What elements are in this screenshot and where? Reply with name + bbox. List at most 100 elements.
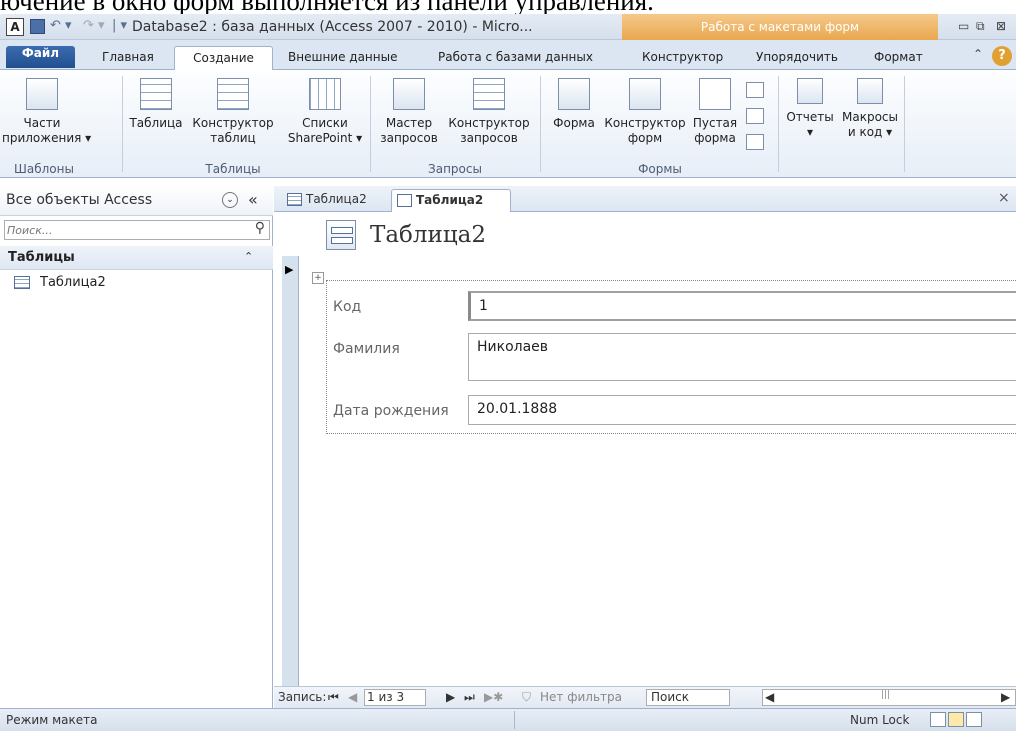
minimize-ribbon-icon[interactable]: ⌃ — [973, 47, 983, 61]
macros-label-2: и код ▾ — [847, 125, 893, 139]
reports-icon — [797, 78, 823, 104]
form-button[interactable]: Форма — [546, 78, 602, 131]
last-record-icon[interactable]: ⏭ — [464, 690, 475, 705]
form-designer-label-2: форм — [627, 131, 663, 145]
record-search-input[interactable]: Поиск — [646, 689, 730, 706]
horizontal-scrollbar[interactable]: ◀ ||| ▶ — [762, 689, 1016, 706]
document-tabs: Таблица2 Таблица2 × — [274, 186, 1016, 212]
form-designer-label: Конструктор — [604, 116, 686, 130]
group-label-tables: Таблицы — [205, 162, 261, 176]
form-designer-button[interactable]: Конструктор форм — [602, 78, 688, 146]
first-record-icon[interactable]: ⏮ — [328, 690, 339, 705]
record-selector[interactable]: ▶ — [282, 256, 299, 690]
reports-label: Отчеты — [786, 110, 834, 124]
navigation-pane: Все объекты Access ⌄ « ⚲ Таблицы ⌃ Табли… — [0, 186, 273, 708]
search-icon[interactable]: ⚲ — [255, 220, 265, 236]
nav-search-input[interactable] — [7, 222, 237, 238]
field-value-surname[interactable]: Николаев — [468, 333, 1016, 381]
query-designer-label-2: запросов — [460, 131, 518, 145]
undo-icon[interactable]: ↶ ▾ — [50, 18, 72, 33]
chevron-up-icon[interactable]: ⌃ — [244, 250, 253, 263]
customize-qat-button[interactable]: | ▾ — [112, 18, 127, 33]
table-button[interactable]: Таблица — [126, 78, 186, 131]
navigation-form-icon[interactable] — [746, 108, 764, 124]
minimize-button[interactable]: ▭ — [958, 19, 969, 33]
field-value-birthdate[interactable]: 20.01.1888 — [468, 395, 1016, 425]
filter-icon[interactable]: ⛉ — [522, 690, 531, 705]
group-separator — [904, 76, 905, 172]
app-parts-button[interactable]: Части приложения ▾ — [2, 78, 92, 146]
sharepoint-lists-icon — [309, 78, 341, 110]
field-label-surname[interactable]: Фамилия — [333, 341, 400, 357]
macros-icon — [857, 78, 883, 104]
table-label: Таблица — [129, 116, 183, 130]
field-label-code[interactable]: Код — [333, 299, 361, 315]
nav-menu-icon[interactable]: ⌄ — [222, 192, 238, 208]
group-label-queries: Запросы — [428, 162, 482, 176]
sharepoint-lists-button[interactable]: Списки SharePoint ▾ — [280, 78, 370, 146]
doc-tab-table[interactable]: Таблица2 — [282, 189, 388, 212]
redo-icon[interactable]: ↷ ▾ — [83, 18, 105, 33]
query-designer-label: Конструктор — [448, 116, 530, 130]
nav-item-label: Таблица2 — [40, 275, 106, 290]
form-wizard-icon[interactable] — [746, 82, 764, 98]
form-designer-icon — [629, 78, 661, 110]
group-label-forms: Формы — [638, 162, 682, 176]
layout-move-handle-icon[interactable]: + — [312, 272, 324, 284]
prev-record-icon[interactable]: ◀ — [348, 690, 357, 704]
query-wizard-label-2: запросов — [380, 131, 438, 145]
nav-group-tables[interactable]: Таблицы ⌃ — [0, 246, 273, 270]
nav-header[interactable]: Все объекты Access ⌄ « — [0, 186, 273, 216]
close-window-button[interactable]: ⊠ — [996, 19, 1006, 33]
tab-file[interactable]: Файл — [6, 46, 75, 68]
tab-format[interactable]: Формат — [868, 46, 929, 70]
tab-external-data[interactable]: Внешние данные — [282, 46, 403, 70]
field-value-code[interactable]: 1 — [468, 291, 1016, 321]
ribbon-tabs: Файл Главная Создание Внешние данные Раб… — [0, 40, 1016, 70]
scroll-thumb-icon[interactable]: ||| — [881, 690, 890, 700]
tab-database-tools[interactable]: Работа с базами данных — [432, 46, 599, 70]
sharepoint-label: Списки — [302, 116, 348, 130]
numlock-status: Num Lock — [850, 713, 910, 727]
tab-create[interactable]: Создание — [174, 46, 273, 70]
nav-search-box: ⚲ — [4, 220, 270, 240]
blank-form-button[interactable]: Пустая форма — [690, 78, 740, 146]
query-wizard-button[interactable]: Мастер запросов — [374, 78, 444, 146]
table-icon — [140, 78, 172, 110]
table-designer-button[interactable]: Конструктор таблиц — [188, 78, 278, 146]
save-icon[interactable] — [30, 19, 45, 34]
tab-arrange[interactable]: Упорядочить — [750, 46, 844, 70]
help-icon[interactable]: ? — [992, 46, 1012, 66]
query-designer-button[interactable]: Конструктор запросов — [444, 78, 534, 146]
next-record-icon[interactable]: ▶ — [446, 690, 455, 704]
macros-button[interactable]: Макросы и код ▾ — [840, 78, 900, 140]
scroll-left-icon[interactable]: ◀ — [765, 690, 774, 704]
window-title: Database2 : база данных (Access 2007 - 2… — [132, 19, 533, 35]
form-icon — [558, 78, 590, 110]
tab-designer[interactable]: Конструктор — [636, 46, 729, 70]
query-wizard-icon — [393, 78, 425, 110]
form-view-icon[interactable] — [930, 712, 946, 727]
record-position-input[interactable]: 1 из 3 — [364, 689, 426, 706]
status-separator — [514, 711, 515, 729]
scroll-right-icon[interactable]: ▶ — [1001, 690, 1010, 704]
access-app-icon[interactable]: A — [6, 18, 24, 36]
design-view-icon[interactable] — [966, 712, 982, 727]
filter-status[interactable]: Нет фильтра — [540, 690, 622, 704]
new-record-icon[interactable]: ▶✱ — [484, 690, 503, 704]
form-title[interactable]: Таблица2 — [370, 222, 486, 248]
layout-view-icon[interactable] — [948, 712, 964, 727]
close-document-icon[interactable]: × — [998, 190, 1010, 206]
nav-item-table2[interactable]: Таблица2 — [0, 272, 272, 294]
restore-button[interactable]: ⧉ — [976, 19, 985, 34]
doc-tab-form[interactable]: Таблица2 — [391, 189, 511, 212]
tab-home[interactable]: Главная — [96, 46, 160, 70]
more-forms-icon[interactable] — [746, 134, 764, 150]
table-icon — [14, 276, 30, 289]
app-parts-label-2: приложения ▾ — [2, 131, 92, 145]
reports-button[interactable]: Отчеты ▾ — [782, 78, 838, 140]
document-area: Таблица2 Таблица2 × ▶ Таблица2 + Код 1 Ф… — [274, 186, 1016, 708]
field-label-birthdate[interactable]: Дата рождения — [333, 403, 449, 419]
collapse-pane-icon[interactable]: « — [248, 190, 258, 209]
group-separator — [370, 76, 371, 172]
